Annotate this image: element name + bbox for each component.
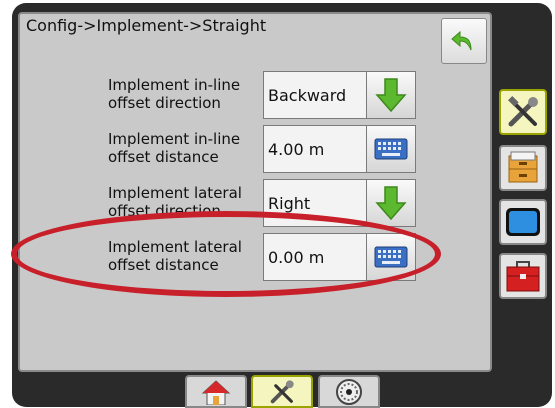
inline-distance-label: Implement in-line offset distance: [108, 130, 241, 166]
bottom-tab-home[interactable]: [185, 375, 247, 408]
inline-direction-dropdown-button[interactable]: [366, 71, 416, 119]
file-cabinet-icon: [508, 151, 538, 183]
highlight-ellipse: [11, 211, 441, 297]
inline-distance-value[interactable]: 4.00 m: [263, 125, 367, 173]
inline-distance-keyboard-button[interactable]: [366, 125, 416, 173]
display-icon: [506, 208, 540, 236]
back-button[interactable]: [441, 18, 487, 64]
tools-icon: [270, 379, 294, 403]
home-icon: [201, 379, 231, 405]
tools-icon: [508, 96, 538, 127]
keyboard-icon: [374, 138, 408, 160]
back-arrow-icon: [451, 30, 472, 51]
bottom-tab-gauge[interactable]: [318, 375, 380, 408]
side-tab-toolbox[interactable]: [499, 253, 547, 299]
gauge-icon: [336, 378, 362, 405]
side-tab-tools[interactable]: [499, 89, 547, 135]
lateral-direction-dropdown-button[interactable]: [366, 179, 416, 227]
down-arrow-icon: [375, 78, 407, 113]
inline-direction-label: Implement in-line offset direction: [108, 76, 241, 112]
side-tab-file-cabinet[interactable]: [499, 145, 547, 191]
page-title: Config->Implement->Straight: [26, 16, 267, 35]
bottom-tab-tools[interactable]: [251, 375, 313, 408]
down-arrow-icon: [375, 186, 407, 221]
toolbox-icon: [506, 261, 540, 292]
side-tab-display[interactable]: [499, 199, 547, 245]
inline-direction-value[interactable]: Backward: [263, 71, 367, 119]
